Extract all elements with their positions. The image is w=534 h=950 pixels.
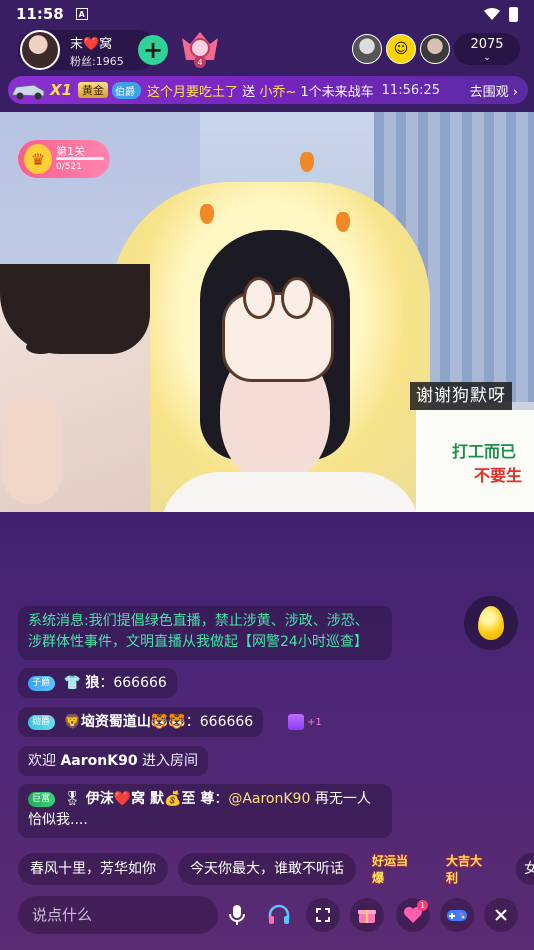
enter-user[interactable]: AaronK90 — [60, 753, 137, 769]
close-icon — [495, 909, 507, 921]
banner-time: 11:56:25 — [381, 82, 441, 98]
sign-line-1: 打工而已 — [452, 442, 517, 461]
colon: ： — [185, 714, 200, 730]
thumbs-up-icon — [288, 714, 304, 730]
mention[interactable]: @AaronK90 — [228, 791, 310, 807]
lucky-promo[interactable]: 好运当爆 — [372, 852, 416, 886]
pk-video-pip[interactable] — [0, 264, 150, 512]
thanks-caption: 谢谢狗默呀 — [410, 382, 512, 410]
host-fans: 粉丝:1965 — [70, 55, 124, 68]
carrot-sticker — [200, 204, 214, 224]
like-indicator: +1 — [288, 714, 322, 730]
follow-button[interactable]: + — [138, 35, 168, 65]
level-badge[interactable]: ♛ 第1关 0/521 — [18, 140, 110, 178]
gift-button[interactable] — [350, 898, 384, 932]
viewer-avatar[interactable] — [352, 34, 382, 64]
expand-icon — [316, 908, 330, 922]
colon: ： — [99, 675, 114, 691]
golden-egg-button[interactable] — [464, 596, 518, 650]
noble-tag: 勋爵 — [28, 715, 56, 730]
pip-eye — [26, 340, 56, 354]
chevron-down-icon: ⌄ — [483, 53, 491, 63]
chat-text: 666666 — [113, 675, 167, 691]
system-message: 系统消息:我们提倡绿色直播，禁止涉黄、涉政、涉恐、涉群体性事件，文明直播从我做起… — [18, 606, 392, 660]
banner-multiplier: X1 — [50, 81, 73, 99]
welcome-prefix: 欢迎 — [28, 753, 56, 769]
game-button[interactable] — [440, 898, 474, 932]
carrot-sticker — [300, 152, 314, 172]
bottom-bar: 说点什么 1 — [0, 894, 534, 938]
gift-icon — [358, 910, 376, 923]
chat-message[interactable]: 勋爵 🦁垴资蜀道山🐯🐯：666666 — [18, 707, 264, 737]
host-avatar[interactable] — [20, 30, 60, 70]
level-progress: 0/521 — [56, 162, 82, 172]
chat-sender[interactable]: 🦁垴资蜀道山🐯🐯 — [63, 714, 185, 730]
notification-a-icon: A — [75, 8, 88, 20]
go-watch-link[interactable]: 去围观 › — [470, 81, 518, 100]
gift-broadcast-banner[interactable]: X1 黄金 伯爵 这个月要吃土了 送 小乔~ 1个未来战车 11:56:25 去… — [8, 76, 528, 104]
noble-badge: 伯爵 — [112, 81, 142, 99]
chat-sender[interactable]: 伊沫❤️窝 默💰至 尊 — [86, 791, 215, 807]
noble-tag: 巨富 — [28, 792, 56, 807]
viewer-count: 2075 — [470, 37, 504, 52]
rank-level: 4 — [197, 58, 202, 67]
shirt-icon: 👕 — [63, 675, 81, 691]
quick-phrase[interactable]: 今天你最大，谁敢不听话 — [178, 853, 356, 885]
sign-line-2: 不要生 — [474, 466, 523, 485]
status-time: 11:58 — [16, 5, 64, 23]
streamer-dress — [160, 472, 420, 512]
lion-icon: ♛ — [24, 144, 52, 174]
banner-sender: 这个月要吃土了 — [147, 84, 239, 100]
carrot-sticker — [336, 212, 350, 232]
banner-gift: 1个未来战车 — [300, 84, 374, 100]
fullscreen-button[interactable] — [306, 898, 340, 932]
viewer-count-button[interactable]: 2075 ⌄ — [454, 33, 520, 65]
host-name: 末❤️窝 — [70, 37, 113, 52]
chat-input[interactable]: 说点什么 — [18, 896, 218, 934]
welcome-suffix: 进入房间 — [142, 753, 199, 769]
rank-badge-icon[interactable]: 4 — [178, 30, 222, 70]
headset-icon — [268, 904, 290, 924]
heart-badge: 1 — [417, 900, 428, 911]
viewer-avatar[interactable] — [420, 34, 450, 64]
host-info[interactable]: 末❤️窝 粉丝:1965 — [18, 30, 158, 70]
gamepad-icon — [447, 910, 467, 921]
close-button[interactable] — [484, 898, 518, 932]
viewer-avatar[interactable]: ☺ — [386, 34, 416, 64]
mic-button[interactable] — [220, 898, 254, 932]
chat-sender[interactable]: 狼 — [85, 675, 99, 691]
status-bar: 11:58 A — [0, 0, 534, 28]
car-icon — [11, 84, 45, 100]
bunny-sticker — [222, 277, 334, 382]
gold-badge: 黄金 — [78, 82, 109, 98]
go-watch-label: 去围观 — [469, 84, 509, 100]
live-video[interactable]: ♛ 第1关 0/521 谢谢狗默呀 打工而已 不要生 — [0, 112, 534, 512]
battery-icon — [509, 6, 518, 22]
level-progress-bar — [56, 157, 104, 160]
medal-icon: 🎖 — [63, 791, 82, 807]
like-count: +1 — [307, 716, 322, 728]
banner-send-word: 送 — [242, 84, 256, 100]
quick-phrase[interactable]: 春风十里，芳华如你 — [18, 853, 168, 885]
fortune-promo[interactable]: 大吉大利 — [446, 852, 490, 886]
wifi-icon — [484, 7, 500, 20]
fan-club-button[interactable]: 1 — [396, 898, 430, 932]
chat-message[interactable]: 巨富 🎖 伊沫❤️窝 默💰至 尊：@AaronK90 再无一人恰似我.... — [18, 784, 392, 838]
mic-icon — [229, 905, 245, 925]
chat-message[interactable]: 子爵 👕 狼：666666 — [18, 668, 177, 698]
colon: ： — [214, 791, 229, 807]
noble-tag: 子爵 — [28, 676, 56, 691]
quick-phrase[interactable]: 女 — [516, 853, 534, 885]
status-right — [483, 6, 518, 22]
voice-link-button[interactable] — [262, 898, 296, 932]
sign-board: 打工而已 不要生 — [416, 410, 534, 512]
enter-room-message: 欢迎 AaronK90 进入房间 — [18, 746, 209, 776]
pip-hair — [0, 264, 150, 354]
chat-text: 666666 — [199, 714, 254, 730]
top-row: 末❤️窝 粉丝:1965 + 4 ☺ 2075 ⌄ — [0, 28, 534, 72]
egg-icon — [478, 606, 504, 640]
pip-hand — [2, 394, 62, 504]
banner-recipient: 小乔~ — [259, 84, 297, 100]
